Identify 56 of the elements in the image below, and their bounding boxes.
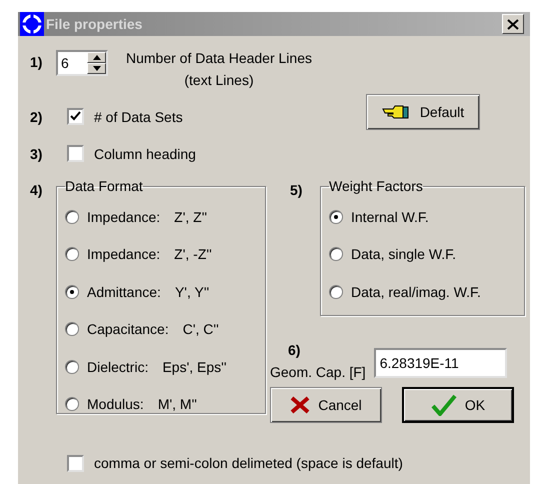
close-icon [507, 18, 519, 30]
field-sublabel: (text Lines) [184, 72, 254, 88]
check-icon [430, 394, 457, 416]
geom-cap-field[interactable]: 6.28319E-11 [374, 348, 507, 378]
radio-button[interactable] [65, 210, 79, 224]
window-title: File properties [46, 16, 144, 32]
step-number: 1) [30, 54, 44, 70]
up-arrow-button[interactable] [87, 52, 106, 63]
checkbox[interactable] [67, 145, 84, 162]
spin-field[interactable]: 6 [56, 50, 108, 76]
option-label: Data, real/imag. W.F. [351, 284, 481, 300]
ok-button[interactable]: OK [402, 387, 514, 423]
field-label: Number of Data Header Lines [126, 50, 312, 66]
default-button[interactable]: Default [366, 94, 480, 130]
option-label: Capacitance: [87, 321, 169, 338]
checkbox-label: Column heading [94, 146, 196, 162]
close-button[interactable] [502, 14, 524, 34]
radio-button[interactable] [65, 284, 79, 299]
step-number: 2) [30, 108, 44, 124]
cancel-button[interactable]: Cancel [270, 387, 382, 423]
field-label: Geom. Cap. [F] [270, 364, 366, 380]
up-arrow-icon [92, 55, 100, 60]
step-number: 4) [30, 182, 44, 198]
option-symbols: M', M'' [158, 396, 197, 412]
group-title: Weight Factors [329, 178, 423, 194]
radio-button[interactable] [65, 322, 79, 336]
radio-button[interactable] [65, 397, 79, 412]
group-title: Data Format [65, 178, 143, 194]
option-symbols: C', C'' [182, 321, 219, 338]
step-number: 3) [30, 146, 44, 162]
option-symbols: Y', Y'' [174, 284, 210, 300]
checkbox[interactable] [67, 108, 84, 125]
option-label: Dielectric: [87, 358, 148, 375]
checkbox[interactable] [67, 454, 84, 472]
down-arrow-icon [92, 66, 100, 71]
option-symbols: Z', -Z'' [174, 246, 212, 262]
checkbox-label: # of Data Sets [94, 108, 183, 124]
radio-button[interactable] [65, 247, 79, 262]
radio-button[interactable] [65, 360, 79, 374]
option-label: Impedance: [87, 208, 160, 225]
option-label: Data, single W.F. [351, 246, 456, 262]
step-number: 6) [288, 342, 302, 358]
option-label: Internal W.F. [351, 208, 429, 225]
checkbox-label: comma or semi-colon delimeted (space is default) [94, 455, 403, 471]
radio-button[interactable] [329, 247, 343, 262]
cross-icon [290, 396, 310, 414]
radio-button[interactable] [329, 284, 343, 299]
radio-button[interactable] [329, 210, 343, 224]
step-number: 5) [290, 182, 304, 198]
spin-value: 6 [60, 54, 70, 73]
down-arrow-button[interactable] [87, 63, 106, 74]
option-symbols: Eps', Eps'' [162, 358, 227, 375]
option-label: Modulus: [87, 396, 144, 412]
option-label: Admittance: [87, 284, 161, 300]
option-label: Impedance: [87, 246, 160, 262]
option-symbols: Z', Z'' [174, 208, 208, 225]
